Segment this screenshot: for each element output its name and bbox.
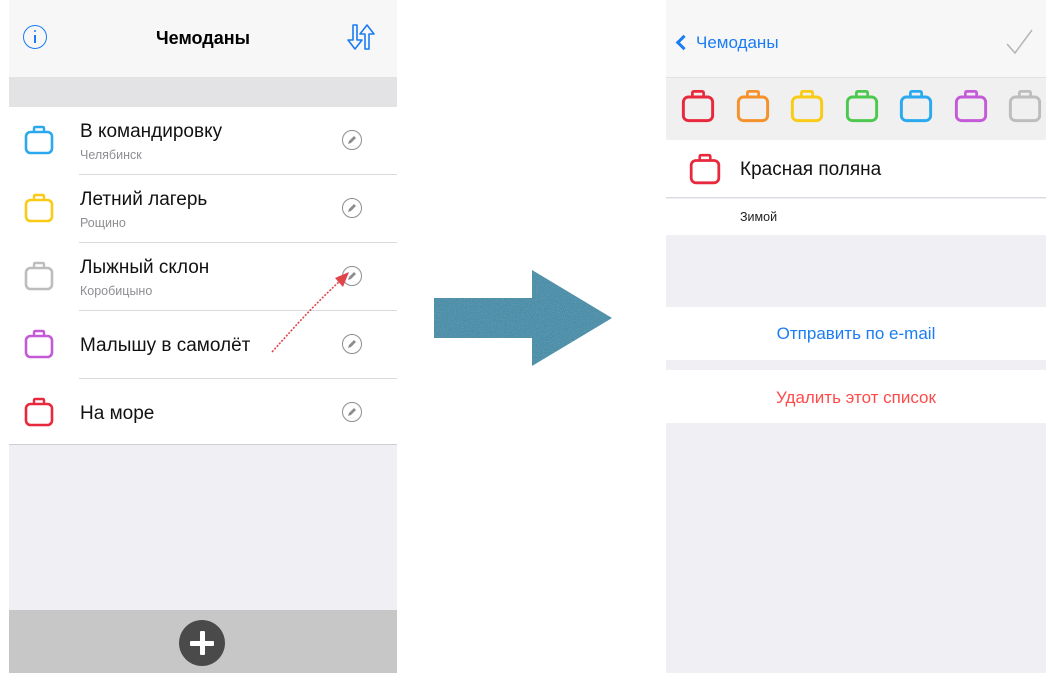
list-item-title: Летний лагерь — [80, 189, 208, 210]
color-picker — [666, 79, 1046, 139]
pencil-icon[interactable] — [342, 266, 362, 286]
page-title: Чемоданы — [156, 28, 250, 48]
color-swatch[interactable] — [680, 88, 716, 124]
bottom-toolbar — [9, 610, 397, 673]
color-swatch[interactable] — [789, 88, 825, 124]
list-item-title: Малышу в самолёт — [80, 335, 251, 356]
list-item-title: Лыжный склон — [80, 257, 210, 278]
chevron-left-icon — [675, 34, 692, 51]
pencil-icon[interactable] — [342, 402, 362, 422]
section-spacer — [9, 77, 397, 107]
list-item[interactable]: Малышу в самолёт — [9, 311, 397, 379]
suitcase-icon — [689, 153, 721, 185]
color-swatch[interactable] — [735, 88, 771, 124]
color-swatch[interactable] — [1007, 88, 1043, 124]
color-swatch[interactable] — [844, 88, 880, 124]
suitcase-icon — [24, 193, 54, 223]
pencil-icon[interactable] — [342, 334, 362, 354]
edit-list-screen: Чемоданы Красная поляна Зимой Отправить … — [666, 0, 1046, 673]
list-item-title: На море — [80, 403, 155, 424]
list-item-subtitle: Коробицыно — [80, 284, 153, 298]
list-item-subtitle: Рощино — [80, 216, 126, 230]
navigation-bar: Чемоданы — [9, 0, 397, 77]
list-item-subtitle: Челябинск — [80, 148, 142, 162]
list-item[interactable]: В командировку Челябинск — [9, 107, 397, 175]
list-item-title: В командировку — [80, 121, 223, 142]
description-row: Зимой — [666, 199, 1046, 235]
add-list-button[interactable] — [179, 620, 225, 666]
suitcase-icon — [24, 261, 54, 291]
checkmark-icon[interactable] — [1004, 27, 1034, 57]
lists-screen: Чемоданы В командировку Челябинск Летний л… — [9, 0, 397, 673]
name-row: Красная поляна — [666, 140, 1046, 198]
list-name-field[interactable]: Красная поляна — [740, 159, 881, 181]
delete-list-label: Удалить этот список — [776, 388, 936, 407]
list-item[interactable]: Летний лагерь Рощино — [9, 175, 397, 243]
send-email-button[interactable]: Отправить по e-mail — [666, 307, 1046, 360]
navigation-bar: Чемоданы — [666, 0, 1046, 78]
suitcase-icon — [24, 125, 54, 155]
delete-list-button[interactable]: Удалить этот список — [666, 370, 1046, 423]
transition-arrow — [434, 270, 612, 366]
color-swatch[interactable] — [898, 88, 934, 124]
back-label: Чемоданы — [696, 33, 779, 52]
pencil-icon[interactable] — [342, 198, 362, 218]
color-swatch[interactable] — [953, 88, 989, 124]
suitcase-icon — [24, 329, 54, 359]
pencil-icon[interactable] — [342, 130, 362, 150]
suitcase-list: В командировку Челябинск Летний лагерь Рощи… — [9, 107, 397, 445]
send-email-label: Отправить по e-mail — [776, 324, 936, 343]
list-item[interactable]: Лыжный склон Коробицыно — [9, 243, 397, 311]
list-item[interactable]: На море — [9, 379, 397, 447]
list-description-field[interactable]: Зимой — [740, 210, 777, 224]
suitcase-icon — [24, 397, 54, 427]
sort-arrows-icon[interactable] — [343, 22, 379, 52]
